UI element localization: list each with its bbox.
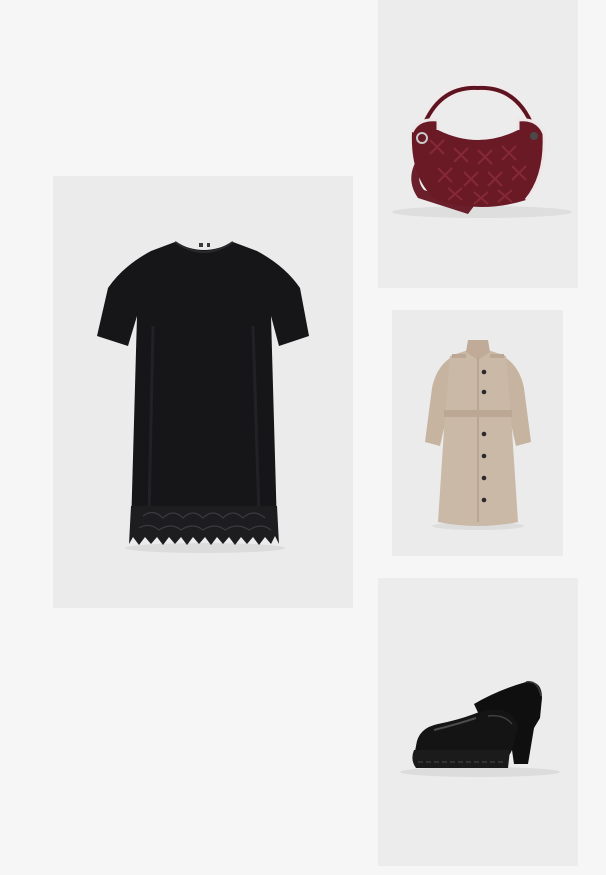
product-card-dress[interactable]: black-tshirt-dress-lace-hem [53,176,353,608]
shoes-image [400,681,560,777]
coat-image [425,340,531,530]
product-card-coat[interactable]: beige-trench-coat [392,310,563,556]
product-card-bag[interactable]: burgundy-woven-hobo-bag [378,0,578,288]
dress-image [97,241,309,553]
product-card-shoes[interactable]: black-platform-heeled-loafers [378,578,578,866]
bag-image [392,83,572,218]
